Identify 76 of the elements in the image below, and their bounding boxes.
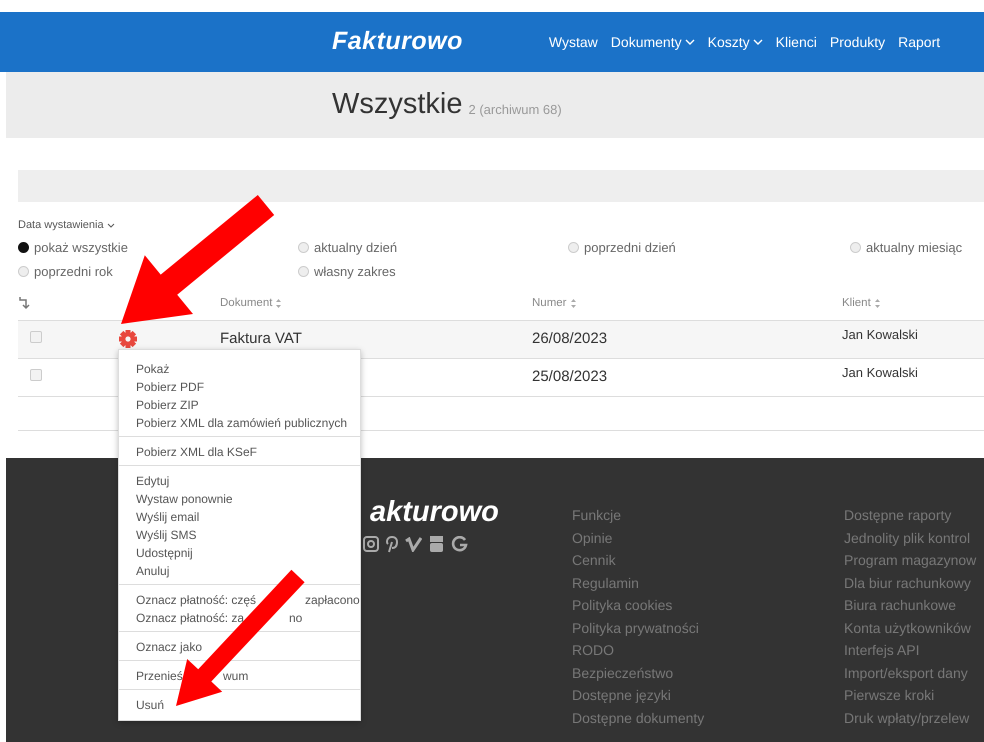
menu-item[interactable]: Anuluj [136, 562, 170, 580]
radio-option[interactable]: poprzedni dzień [568, 238, 676, 257]
column-header[interactable]: Dokument [220, 294, 282, 312]
sort-icon [874, 298, 881, 309]
footer-link[interactable]: Dla biur rachunkowy [844, 572, 971, 594]
menu-item[interactable]: no [289, 609, 302, 627]
menu-item[interactable]: Pobierz XML dla KSeF [136, 443, 257, 461]
menu-item[interactable]: Przenieś [136, 667, 183, 685]
footer-link[interactable]: Dostępne dokumenty [572, 706, 704, 729]
menu-item[interactable]: Oznacz płatność: częś [136, 591, 256, 609]
footer-logo: akturowo [370, 498, 499, 527]
sort-order-icon [18, 296, 30, 310]
menu-item[interactable]: Udostępnij [136, 544, 193, 562]
radio-option[interactable]: poprzedni rok [18, 262, 113, 282]
table-cell: Jan Kowalski [842, 327, 918, 342]
footer-link[interactable]: Funkcje [572, 504, 622, 526]
nav-link[interactable]: Klienci [776, 32, 817, 52]
menu-item[interactable]: Wystaw ponownie [136, 490, 233, 508]
table-cell: Jan Kowalski [842, 365, 918, 380]
footer-link[interactable]: Druk wpłaty/przelew [844, 706, 970, 729]
google-icon[interactable] [451, 536, 468, 552]
vimeo-icon[interactable] [405, 536, 422, 552]
menu-item[interactable]: Oznacz płatność: za [136, 609, 244, 627]
menu-item[interactable]: Pokaż [136, 360, 170, 378]
pinterest-icon[interactable] [386, 536, 398, 552]
radio-option[interactable]: własny zakres [298, 262, 396, 282]
footer-link[interactable]: Bezpieczeństwo [572, 662, 674, 684]
radio-option[interactable]: aktualny dzień [298, 238, 398, 257]
menu-item[interactable]: Wyślij SMS [136, 526, 197, 544]
nav-link[interactable]: Wystaw [548, 32, 598, 52]
settings-icon[interactable] [118, 328, 138, 349]
footer-link[interactable]: Jednolity plik kontrol [844, 526, 970, 549]
footer-link[interactable]: Pierwsze kroki [844, 684, 934, 706]
menu-item[interactable]: Pobierz PDF [136, 378, 204, 396]
footer-link[interactable]: Interfejs API [844, 639, 920, 662]
column-header[interactable]: Klient [842, 294, 881, 312]
sort-icon [570, 298, 577, 309]
logo: Fakturowo [332, 26, 463, 58]
radio-option[interactable]: aktualny miesiąc [850, 238, 962, 257]
menu-item[interactable]: Oznacz jako [136, 638, 202, 656]
table-cell: 26/08/2023 [532, 330, 608, 347]
page-title: Wszystkie [332, 87, 462, 122]
footer-link[interactable]: Dostępne języki [572, 684, 671, 706]
menu-item[interactable]: Pobierz XML dla zamówień publicznych [136, 414, 347, 432]
footer-link[interactable]: Cennik [572, 549, 616, 572]
footer-link[interactable]: Polityka cookies [572, 594, 672, 616]
column-header[interactable]: Numer [532, 294, 577, 312]
table-cell: 25/08/2023 [532, 368, 608, 385]
radio-button[interactable] [18, 242, 29, 253]
menu-item[interactable]: Pobierz ZIP [136, 396, 199, 414]
nav-link[interactable]: Produkty [830, 32, 886, 52]
document-count: 2 (archiwum 68) [468, 101, 562, 120]
menu-item[interactable]: Wyślij email [136, 508, 200, 526]
menu-item[interactable]: Usuń [136, 696, 164, 714]
nav-link[interactable]: Raport [898, 32, 940, 52]
row-checkbox[interactable] [30, 330, 42, 343]
menu-item[interactable]: zapłacono [305, 591, 360, 609]
footer-link[interactable]: Program magazynow [844, 549, 976, 572]
nav-link[interactable]: Koszty [708, 32, 763, 52]
instagram-icon[interactable] [363, 536, 379, 552]
footer-link[interactable]: Biura rachunkowe [844, 594, 956, 616]
footer-link[interactable]: Import/eksport dany [844, 662, 968, 684]
nav-link[interactable]: Dokumenty [610, 32, 695, 52]
footer-link[interactable]: Opinie [572, 526, 612, 549]
menu-item[interactable]: Edytuj [136, 472, 170, 490]
filter-dropdown[interactable]: Data wystawienia [18, 217, 984, 234]
footer-link[interactable]: RODO [572, 639, 614, 662]
footer-link[interactable]: Konta użytkowników [844, 616, 971, 639]
footer-link[interactable]: Polityka prywatności [572, 616, 699, 639]
chevron-down-icon [106, 222, 115, 229]
menu-item[interactable]: wum [223, 667, 248, 685]
row-checkbox[interactable] [30, 368, 42, 381]
radio-option[interactable]: pokaż wszystkie [18, 238, 128, 257]
table-cell: Faktura VAT [220, 330, 302, 347]
footer-link[interactable]: Dostępne raporty [844, 504, 952, 526]
footer-link[interactable]: Regulamin [572, 572, 639, 594]
